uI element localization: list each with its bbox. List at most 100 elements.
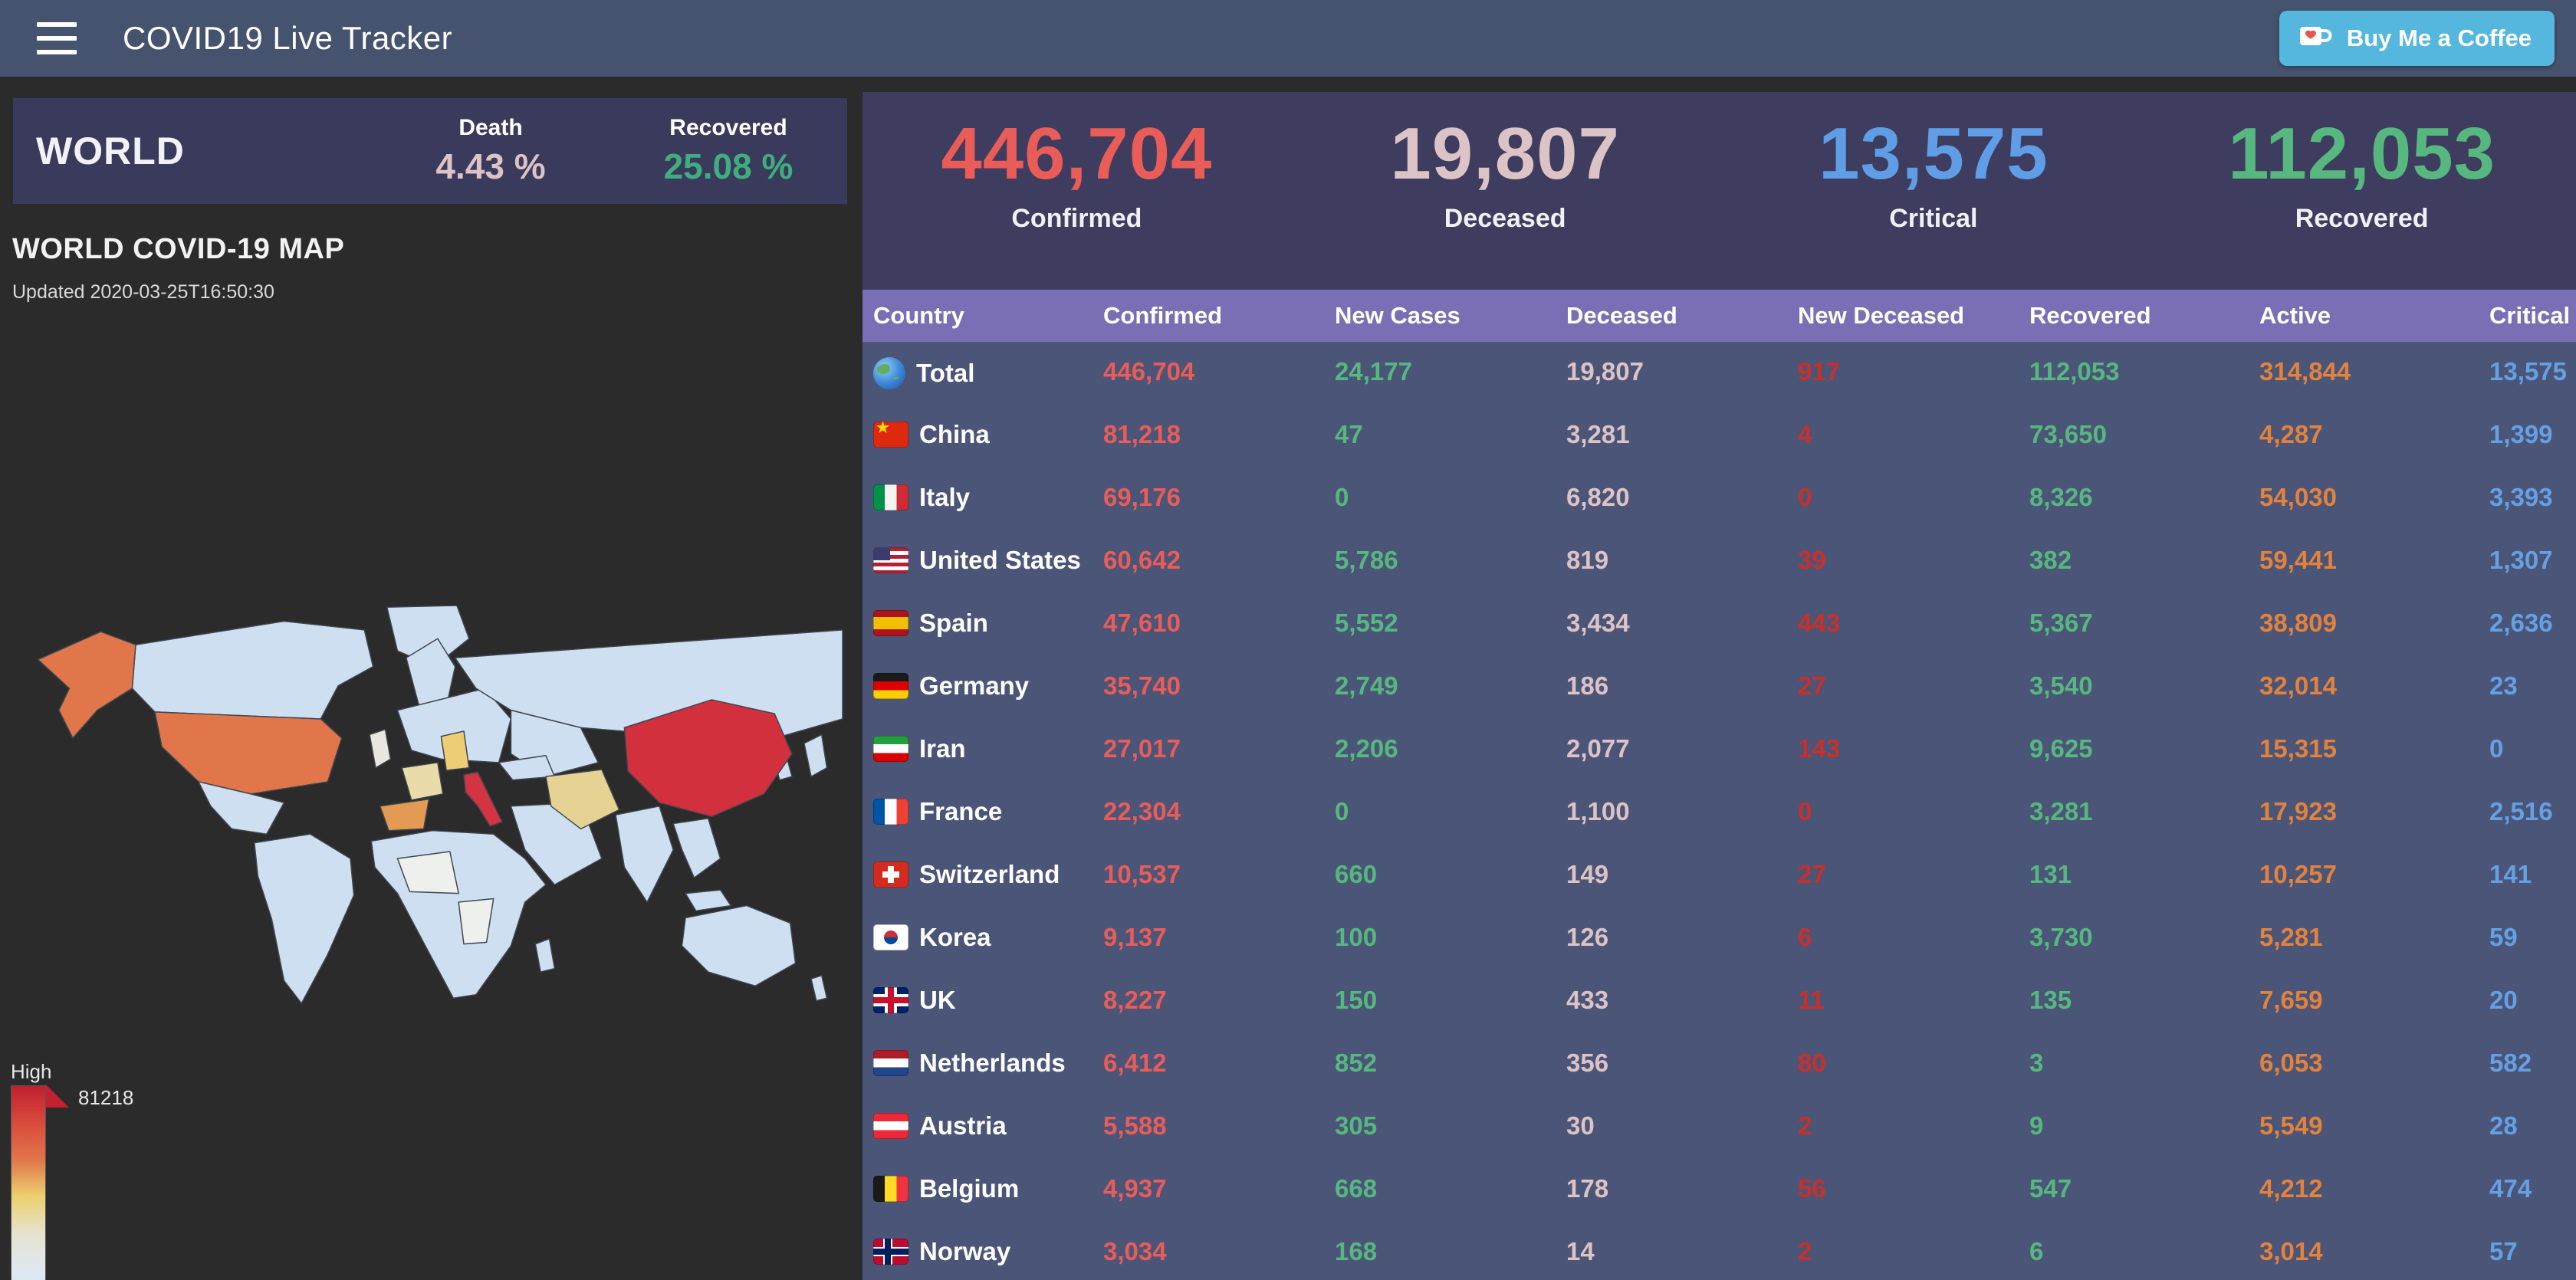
cell-critical: 20	[2489, 986, 2576, 1015]
cell-deceased: 126	[1566, 923, 1798, 952]
table-row[interactable]: Italy 69,176 0 6,820 0 8,326 54,030 3,39…	[863, 468, 2576, 530]
cell-active: 54,030	[2259, 483, 2489, 512]
map-region-germany[interactable]	[441, 731, 468, 770]
cell-recovered: 6	[2029, 1237, 2259, 1266]
column-header-recovered[interactable]: Recovered	[2029, 302, 2259, 330]
table-row[interactable]: Germany 35,740 2,749 186 27 3,540 32,014…	[863, 656, 2576, 719]
cell-active: 5,281	[2259, 923, 2489, 952]
cell-country-name: Belgium	[919, 1174, 1019, 1203]
cell-country-name: Austria	[919, 1111, 1007, 1141]
column-header-new-cases[interactable]: New Cases	[1335, 302, 1566, 330]
table-row[interactable]: Korea 9,137 100 126 6 3,730 5,281 59	[863, 907, 2576, 970]
cell-recovered: 8,326	[2029, 483, 2259, 512]
cell-new-deceased: 2	[1798, 1237, 2029, 1266]
cell-recovered: 131	[2029, 860, 2259, 889]
legend-gradient-bar	[11, 1085, 46, 1280]
cell-deceased: 14	[1566, 1237, 1798, 1266]
cell-new-cases: 305	[1335, 1111, 1566, 1141]
map-region-australia	[682, 906, 796, 986]
cell-country-name: China	[919, 420, 990, 449]
cell-recovered: 3,281	[2029, 797, 2259, 826]
cell-deceased: 3,281	[1566, 420, 1798, 449]
table-row[interactable]: UK 8,227 150 433 11 135 7,659 20	[863, 970, 2576, 1033]
table-row[interactable]: China 81,218 47 3,281 4 73,650 4,287 1,3…	[863, 405, 2576, 468]
cell-confirmed: 9,137	[1103, 923, 1335, 952]
legend-high-triangle-icon	[46, 1085, 69, 1108]
cell-critical: 57	[2489, 1237, 2576, 1266]
buy-me-a-coffee-button[interactable]: Buy Me a Coffee	[2279, 11, 2555, 66]
map-region-japan	[804, 734, 827, 776]
table-row[interactable]: United States 60,642 5,786 819 39 382 59…	[863, 530, 2576, 593]
cell-confirmed: 8,227	[1103, 986, 1335, 1015]
table-row[interactable]: Austria 5,588 305 30 2 9 5,549 28	[863, 1096, 2576, 1159]
column-header-new-deceased[interactable]: New Deceased	[1798, 302, 2029, 330]
cell-active: 3,014	[2259, 1237, 2489, 1266]
table-row[interactable]: Switzerland 10,537 660 149 27 131 10,257…	[863, 845, 2576, 907]
cell-deceased: 19,807	[1566, 357, 1798, 386]
cell-new-deceased: 27	[1798, 860, 2029, 889]
map-region-italy[interactable]	[464, 772, 502, 826]
cell-country-name: Italy	[919, 483, 970, 512]
app-title: COVID19 Live Tracker	[123, 20, 452, 57]
stat-critical-value: 13,575	[1720, 112, 2148, 196]
map-region-united-states[interactable]	[155, 712, 342, 794]
table-row[interactable]: Spain 47,610 5,552 3,434 443 5,367 38,80…	[863, 593, 2576, 656]
map-region-uk[interactable]	[370, 730, 390, 768]
hamburger-menu-icon[interactable]	[37, 22, 77, 54]
korea-flag-icon	[873, 924, 909, 950]
app-header: COVID19 Live Tracker Buy Me a Coffee	[0, 0, 2576, 77]
table-row[interactable]: Total 446,704 24,177 19,807 917 112,053 …	[863, 342, 2576, 405]
cell-deceased: 3,434	[1566, 609, 1798, 638]
cell-new-cases: 668	[1335, 1174, 1566, 1203]
cell-active: 15,315	[2259, 734, 2489, 763]
cell-confirmed: 69,176	[1103, 483, 1335, 512]
world-summary-card: WORLD Death 4.43 % Recovered 25.08 %	[13, 98, 847, 204]
cell-recovered: 3,730	[2029, 923, 2259, 952]
cell-new-deceased: 80	[1798, 1049, 2029, 1078]
column-header-country[interactable]: Country	[873, 302, 1103, 330]
austria-flag-icon	[873, 1113, 909, 1139]
coffee-button-label: Buy Me a Coffee	[2347, 25, 2532, 52]
cell-new-deceased: 4	[1798, 420, 2029, 449]
cell-country-name: Korea	[919, 923, 991, 952]
map-region-spain[interactable]	[380, 799, 429, 831]
map-region-alaska[interactable]	[38, 632, 135, 738]
cell-country-name: Netherlands	[919, 1049, 1066, 1078]
cell-active: 7,659	[2259, 986, 2489, 1015]
iran-flag-icon	[873, 736, 909, 762]
cell-deceased: 149	[1566, 860, 1798, 889]
cell-new-deceased: 0	[1798, 797, 2029, 826]
cell-confirmed: 446,704	[1103, 357, 1335, 386]
column-header-confirmed[interactable]: Confirmed	[1103, 302, 1335, 330]
cell-new-cases: 2,206	[1335, 734, 1566, 763]
cell-active: 4,287	[2259, 420, 2489, 449]
table-row[interactable]: France 22,304 0 1,100 0 3,281 17,923 2,5…	[863, 782, 2576, 845]
table-row[interactable]: Iran 27,017 2,206 2,077 143 9,625 15,315…	[863, 719, 2576, 782]
cell-confirmed: 81,218	[1103, 420, 1335, 449]
cell-country-name: United States	[919, 546, 1081, 575]
cell-active: 314,844	[2259, 357, 2489, 386]
table-row[interactable]: Netherlands 6,412 852 356 80 3 6,053 582	[863, 1033, 2576, 1096]
column-header-deceased[interactable]: Deceased	[1566, 302, 1798, 330]
cell-new-deceased: 0	[1798, 483, 2029, 512]
cell-new-deceased: 443	[1798, 609, 2029, 638]
stat-critical: 13,575 Critical	[1720, 112, 2148, 290]
column-header-critical[interactable]: Critical	[2489, 302, 2576, 330]
data-panel: 446,704 Confirmed 19,807 Deceased 13,575…	[863, 92, 2576, 1280]
column-header-active[interactable]: Active	[2259, 302, 2489, 330]
map-region-indonesia	[685, 890, 731, 911]
table-row[interactable]: Norway 3,034 168 14 2 6 3,014 57	[863, 1222, 2576, 1280]
map-region-france[interactable]	[402, 763, 443, 800]
cell-critical: 582	[2489, 1049, 2576, 1078]
cell-new-deceased: 27	[1798, 671, 2029, 701]
table-row[interactable]: Belgium 4,937 668 178 56 547 4,212 474	[863, 1159, 2576, 1222]
cell-confirmed: 47,610	[1103, 609, 1335, 638]
cell-country-name: Norway	[919, 1237, 1010, 1266]
map-region-south-america	[255, 834, 354, 1003]
cell-new-deceased: 917	[1798, 357, 2029, 386]
cell-new-cases: 100	[1335, 923, 1566, 952]
world-death-stat: Death 4.43 %	[372, 115, 610, 187]
cell-country-name: France	[919, 797, 1002, 826]
cell-deceased: 30	[1566, 1111, 1798, 1141]
world-map[interactable]	[21, 606, 843, 1016]
